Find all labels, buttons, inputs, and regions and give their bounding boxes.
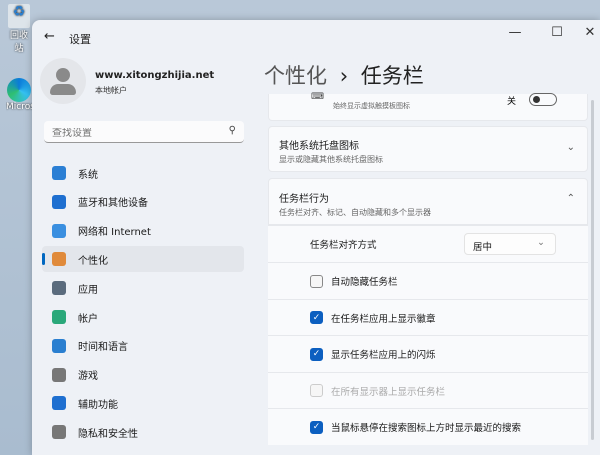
sidebar-item-label: 系统 [78,169,98,181]
recycle-bin-icon: ♻ [8,4,30,28]
checkbox-label: 自动隐藏任务栏 [331,277,398,288]
brush-icon [52,252,66,267]
sidebar-item-label: 网络和 Internet [78,227,151,239]
sidebar-item-label: 蓝牙和其他设备 [78,198,148,210]
checkbox-label: 显示任务栏应用上的闪烁 [331,350,436,362]
checkbox[interactable]: ✓ [310,311,323,325]
person-icon [52,310,66,324]
card-subtitle: 任务栏对齐、标记、自动隐藏和多个显示器 [279,208,431,217]
window-title: 设置 [69,33,91,46]
sidebar-item[interactable]: 游戏 [42,362,244,388]
alignment-label: 任务栏对齐方式 [310,240,377,251]
maximize-button[interactable]: ☐ [542,25,572,40]
sidebar-item[interactable]: 网络和 Internet [42,218,244,244]
checkbox-row[interactable]: 自动隐藏任务栏 [268,262,588,299]
sidebar-item[interactable]: 隐私和安全性 [42,419,244,445]
touchpad-subtitle: 始终显示虚拟触摸板图标 [333,102,410,110]
sidebar-item[interactable]: 时间和语言 [42,333,244,359]
checkbox-label: 在所有显示器上显示任务栏 [331,386,446,398]
breadcrumb-separator: › [339,64,349,88]
minimize-button[interactable]: — [500,25,530,40]
sidebar-item[interactable]: 辅助功能 [42,390,244,416]
card-subtitle: 显示或隐藏其他系统托盘图标 [279,155,383,164]
monitor-icon [52,166,66,180]
sidebar-item[interactable]: 蓝牙和其他设备 [42,189,244,215]
checkbox-row[interactable]: ✓ 显示任务栏应用上的闪烁 [268,335,588,373]
avatar-body-icon [50,84,76,95]
back-arrow-icon[interactable]: ← [44,29,55,44]
sidebar-item-label: 帐户 [78,313,98,325]
accessibility-icon [52,396,66,411]
sidebar-item-label: 应用 [78,284,98,296]
globe-icon [52,338,66,353]
shield-icon [52,425,66,440]
page-title: 任务栏 [360,64,424,88]
sidebar-item-label: 游戏 [78,371,98,383]
bluetooth-icon [52,194,66,209]
settings-window: ← 设置 — ☐ ✕ www.xitongzhijia.net 本地帐户 ⚲ 系… [32,20,600,455]
desktop-icon-edge[interactable]: Microsoft Edge [6,78,32,112]
touchpad-toggle[interactable] [529,93,557,106]
search-box[interactable]: ⚲ [44,121,244,143]
wifi-icon [52,223,66,238]
sidebar-item-label: 辅助功能 [78,399,118,411]
close-button[interactable]: ✕ [575,25,600,40]
taskbar-behavior-card[interactable]: 任务栏行为任务栏对齐、标记、自动隐藏和多个显示器 ⌃ [268,178,588,225]
sidebar-item-label: 时间和语言 [78,342,128,354]
checkbox[interactable] [310,274,323,288]
edge-icon [7,78,31,102]
chevron-down-icon[interactable]: ⌄ [567,142,575,153]
avatar-head-icon [56,68,70,82]
checkbox-row[interactable]: 在所有显示器上显示任务栏 [268,371,588,409]
checkbox-row[interactable]: ✓ 在任务栏应用上显示徽章 [268,298,588,336]
selection-indicator [42,253,45,266]
toggle-state-label: 关 [507,97,517,107]
checkbox-label: 在任务栏应用上显示徽章 [331,313,436,325]
sidebar-item[interactable]: 个性化 [42,246,244,273]
user-name: www.xitongzhijia.net [95,70,215,81]
tray-icons-card[interactable]: 其他系统托盘图标显示或隐藏其他系统托盘图标 ⌄ [268,126,588,172]
checkbox[interactable]: ✓ [310,347,323,361]
sidebar-item[interactable]: 应用 [42,275,244,301]
breadcrumb-parent[interactable]: 个性化 [264,64,327,88]
apps-icon [52,281,66,296]
search-icon[interactable]: ⚲ [229,125,236,136]
card-title: 任务栏行为 [279,194,329,205]
alignment-value: 居中 [473,242,493,253]
desktop-icon-label: Microsoft Edge [6,102,32,112]
checkbox[interactable] [310,384,323,398]
gamepad-icon [52,367,66,382]
account-type: 本地帐户 [95,86,127,95]
sidebar-item[interactable]: 系统 [42,160,244,186]
chevron-down-icon: ⌄ [537,237,545,248]
checkbox-row[interactable]: ✓ 当鼠标悬停在搜索图标上方时显示最近的搜索 [268,408,588,446]
search-input[interactable] [52,128,212,139]
card-title: 其他系统托盘图标 [279,141,359,152]
checkbox-label: 当鼠标悬停在搜索图标上方时显示最近的搜索 [331,423,522,435]
checkbox[interactable]: ✓ [310,420,323,434]
sidebar-item-label: 个性化 [78,255,108,267]
alignment-dropdown[interactable]: 居中 ⌄ [464,233,556,255]
desktop-icon-recycle-bin[interactable]: ♻ 回收站 [6,4,32,54]
breadcrumb: 个性化 › 任务栏 [264,60,424,90]
chevron-up-icon[interactable]: ⌃ [567,193,575,204]
scrollbar[interactable] [591,100,594,440]
alignment-row: 任务栏对齐方式 居中 ⌄ [268,225,588,262]
avatar[interactable] [40,58,86,104]
sidebar-item-label: 隐私和安全性 [78,428,138,440]
touchpad-card: ⌨ 始终显示虚拟触摸板图标 关 [268,92,588,121]
sidebar-item[interactable]: 帐户 [42,304,244,330]
desktop-icon-label: 回收站 [9,31,28,54]
touchpad-icon: ⌨ [311,92,324,102]
